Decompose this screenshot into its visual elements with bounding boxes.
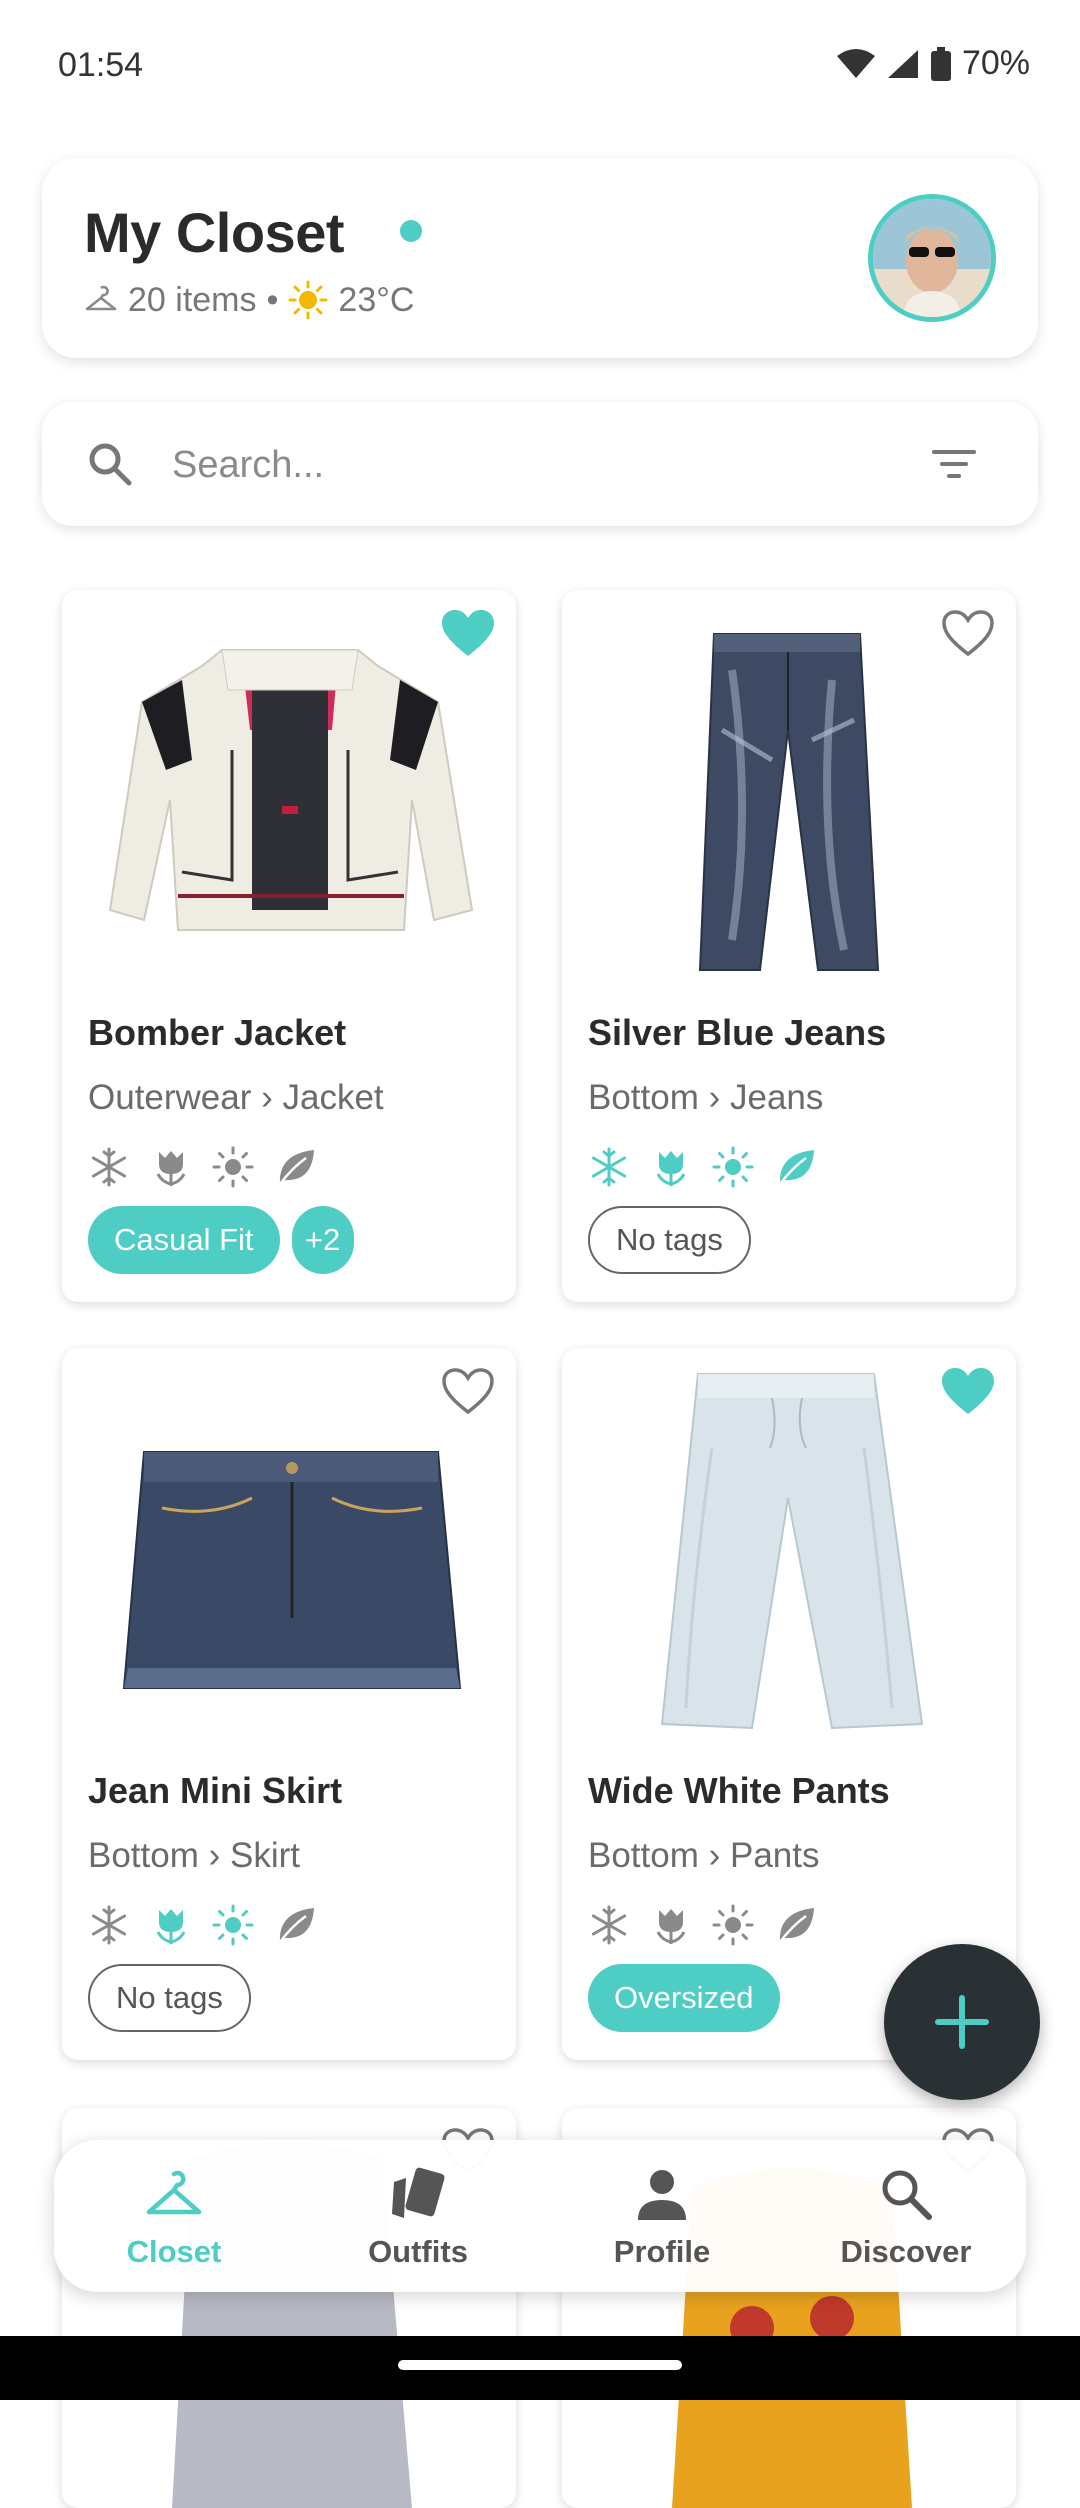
closet-item-card[interactable]: Jean Mini Skirt Bottom › Skirt No tags [62, 1348, 516, 2060]
meta-separator: • [266, 280, 279, 319]
tag-chip[interactable]: Oversized [588, 1964, 780, 2032]
status-time: 01:54 [58, 46, 144, 84]
snowflake-icon [591, 1905, 627, 1945]
item-name: Silver Blue Jeans [588, 1012, 887, 1053]
favorite-outline-icon[interactable] [440, 1366, 496, 1418]
item-tags: No tags [88, 1964, 251, 2032]
season-icons [588, 1904, 816, 1946]
nav-outfits-label: Outfits [368, 2234, 468, 2269]
favorite-icon[interactable] [940, 1366, 996, 1418]
item-name: Jean Mini Skirt [88, 1770, 343, 1811]
closet-item-card[interactable]: Bomber Jacket Outerwear › Jacket Casual … [62, 590, 516, 1302]
gesture-bar [0, 2336, 1080, 2400]
sun-season-icon [212, 1146, 254, 1188]
page-title: My Closet [84, 201, 345, 264]
nav-closet-label: Closet [126, 2234, 222, 2269]
nav-discover[interactable]: Discover [806, 2162, 1006, 2270]
leaf-icon [279, 1150, 314, 1185]
status-bar: 01:54 70% [0, 0, 1080, 130]
search-icon [882, 2170, 932, 2220]
home-indicator[interactable] [398, 2360, 682, 2370]
search-icon [89, 443, 132, 486]
item-tags: No tags [588, 1206, 751, 1274]
nav-profile[interactable]: Profile [562, 2162, 762, 2270]
sun-season-icon [212, 1904, 254, 1946]
bomber-jacket-image [108, 649, 474, 931]
hanger-icon [85, 285, 117, 311]
sun-season-icon [712, 1904, 754, 1946]
add-item-button[interactable] [884, 1944, 1040, 2100]
silver-blue-jeans-image [698, 633, 880, 971]
battery-icon [930, 46, 951, 81]
no-tags-chip: No tags [88, 1964, 251, 2032]
leaf-icon [779, 1908, 814, 1943]
battery-percent: 70% [961, 44, 1030, 82]
outfits-icon [392, 2167, 445, 2218]
avatar[interactable] [868, 194, 996, 322]
filter-icon[interactable] [932, 446, 976, 482]
tulip-icon [656, 1909, 686, 1944]
season-icons [88, 1146, 316, 1188]
person-icon [638, 2170, 686, 2220]
tulip-icon [656, 1151, 686, 1186]
leaf-icon [279, 1908, 314, 1943]
closet-meta: 20 items • 23°C [84, 280, 414, 320]
search-input[interactable] [170, 432, 814, 498]
season-icons [588, 1146, 816, 1188]
nav-profile-label: Profile [613, 2234, 711, 2269]
tag-chip[interactable]: Casual Fit [88, 1206, 280, 1274]
tulip-icon [156, 1909, 186, 1944]
no-tags-chip: No tags [588, 1206, 751, 1274]
season-icons [88, 1904, 316, 1946]
wide-white-pants-image [660, 1373, 924, 1730]
item-category: Outerwear › Jacket [88, 1078, 384, 1117]
wifi-icon [836, 48, 875, 78]
favorite-outline-icon[interactable] [940, 608, 996, 660]
item-name: Bomber Jacket [88, 1012, 347, 1053]
jean-mini-skirt-image [122, 1451, 462, 1689]
item-tags: Casual Fit +2 [88, 1206, 354, 1274]
favorite-icon[interactable] [440, 608, 496, 660]
item-category: Bottom › Pants [588, 1836, 820, 1875]
nav-discover-label: Discover [840, 2234, 972, 2269]
plus-icon [935, 1995, 989, 2049]
online-indicator [400, 220, 422, 242]
search-bar [42, 402, 1038, 526]
item-count: 20 items [128, 280, 257, 319]
sun-season-icon [712, 1146, 754, 1188]
closet-item-card[interactable]: Silver Blue Jeans Bottom › Jeans No tags [562, 590, 1016, 1302]
leaf-icon [779, 1150, 814, 1185]
more-tags-chip[interactable]: +2 [291, 1206, 354, 1274]
temperature: 23°C [338, 280, 415, 319]
nav-closet[interactable]: Closet [74, 2162, 274, 2270]
item-name: Wide White Pants [588, 1770, 890, 1811]
item-tags: Oversized [588, 1964, 780, 2032]
closet-header: My Closet 20 items • 23°C [42, 158, 1038, 358]
sun-icon [288, 280, 328, 320]
avatar-photo [873, 199, 991, 317]
snowflake-icon [91, 1147, 127, 1187]
bottom-navigation: Closet Outfits Profile Discover [54, 2140, 1026, 2292]
tulip-icon [156, 1151, 186, 1186]
item-category: Bottom › Skirt [88, 1836, 300, 1875]
status-icons: 70% [836, 44, 1030, 83]
signal-icon [887, 49, 918, 78]
snowflake-icon [591, 1147, 627, 1187]
hanger-icon [146, 2170, 202, 2215]
nav-outfits[interactable]: Outfits [318, 2162, 518, 2270]
item-category: Bottom › Jeans [588, 1078, 824, 1117]
snowflake-icon [91, 1905, 127, 1945]
